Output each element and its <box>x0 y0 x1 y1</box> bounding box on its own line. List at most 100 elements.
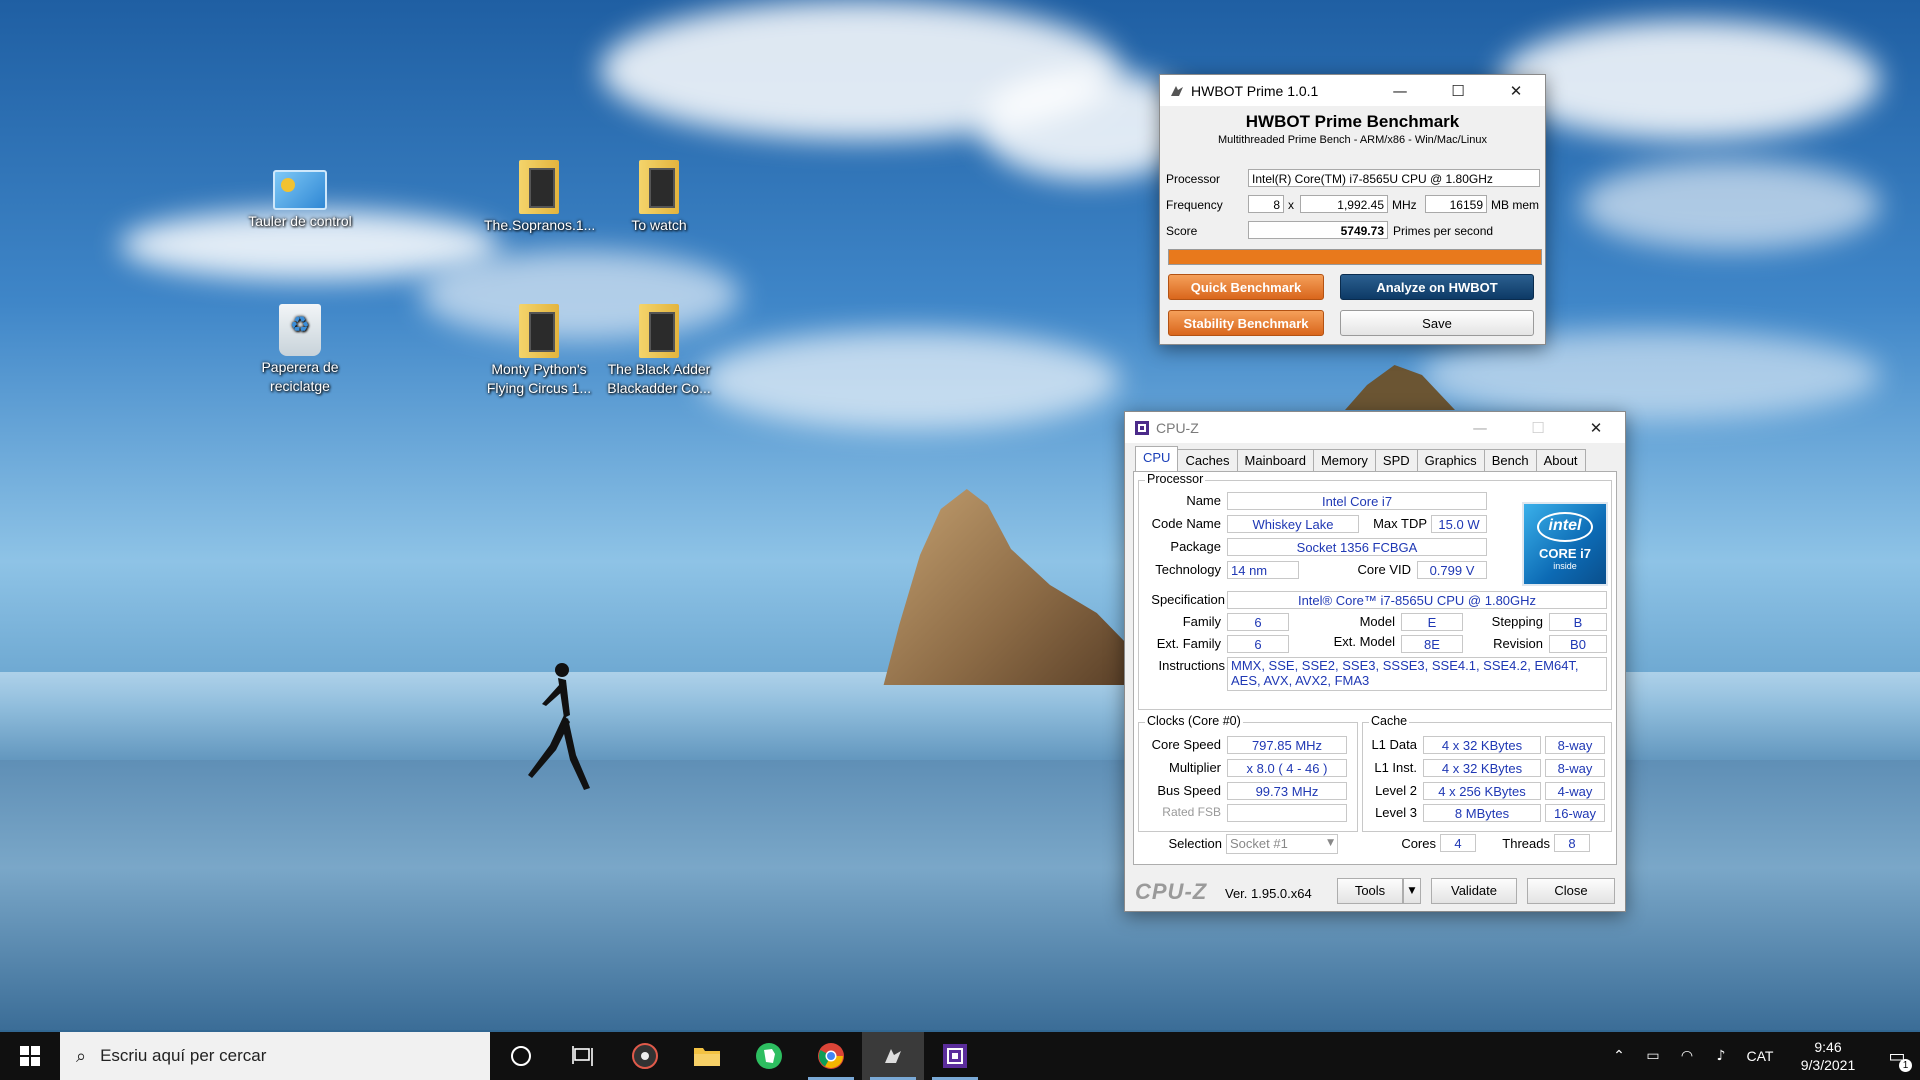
maximize-button[interactable]: ☐ <box>1429 75 1487 106</box>
memory-unit: MB mem <box>1491 198 1539 212</box>
instructions-value: MMX, SSE, SSE2, SSE3, SSSE3, SSE4.1, SSE… <box>1227 657 1607 691</box>
tab-spd[interactable]: SPD <box>1374 449 1418 472</box>
validate-button[interactable]: Validate <box>1431 878 1517 904</box>
minimize-button[interactable]: — <box>1451 412 1509 443</box>
taskbar-hwbot[interactable] <box>862 1032 924 1080</box>
start-button[interactable] <box>0 1032 60 1080</box>
taskbar: ⌕ Escriu aquí per cercar ⌃ ▭ ◠ ♪ CAT 9:4… <box>0 1032 1920 1080</box>
stability-benchmark-button[interactable]: Stability Benchmark <box>1168 310 1324 336</box>
instructions-label: Instructions <box>1158 658 1225 673</box>
frequency-field: 1,992.45 <box>1300 195 1388 213</box>
save-button[interactable]: Save <box>1340 310 1534 336</box>
level2-label: Level 2 <box>1375 783 1417 798</box>
minimize-button[interactable]: — <box>1371 75 1429 106</box>
taskbar-cpuz[interactable] <box>924 1032 986 1080</box>
tools-dropdown-button[interactable]: ▼ <box>1403 878 1421 904</box>
frequency-label: Frequency <box>1166 198 1223 212</box>
family-value: 6 <box>1227 613 1289 631</box>
cache-group: Cache L1 Data 4 x 32 KBytes 8-way L1 Ins… <box>1362 714 1612 832</box>
folder-icon <box>694 1048 720 1066</box>
battery-icon[interactable]: ▭ <box>1636 1048 1670 1064</box>
model-label: Model <box>1359 614 1395 629</box>
tools-button[interactable]: Tools <box>1337 878 1403 904</box>
close-button[interactable]: ✕ <box>1567 412 1625 443</box>
desktop-wallpaper <box>0 0 1920 1032</box>
cpuz-app-icon <box>1135 420 1149 435</box>
socket-select[interactable]: Socket #1 ▼ <box>1226 834 1338 854</box>
package-value: Socket 1356 FCBGA <box>1227 538 1487 556</box>
control-panel-icon <box>273 170 327 210</box>
desktop-icon-monty-python[interactable]: Monty Python's Flying Circus 1... <box>484 304 594 398</box>
taskbar-file-explorer[interactable] <box>676 1032 738 1080</box>
stepping-label: Stepping <box>1491 614 1543 629</box>
desktop-icon-label: Paperera de reciclatge <box>261 359 339 394</box>
score-field: 5749.73 <box>1248 221 1388 239</box>
technology-label: Technology <box>1155 562 1221 577</box>
score-label: Score <box>1166 224 1198 238</box>
multiplier-label: Multiplier <box>1168 760 1221 775</box>
cpuz-logo: CPU-Z <box>1135 879 1208 904</box>
intel-core-i7-logo: intel CORE i7 inside <box>1522 502 1608 586</box>
revision-value: B0 <box>1549 635 1607 653</box>
level3-value: 8 MBytes <box>1423 804 1541 822</box>
tab-caches[interactable]: Caches <box>1177 449 1238 472</box>
hwbot-titlebar[interactable]: HWBOT Prime 1.0.1 — ☐ ✕ <box>1160 75 1545 106</box>
taskbar-clock[interactable]: 9:46 9/3/2021 <box>1782 1038 1874 1074</box>
wifi-icon[interactable]: ◠ <box>1670 1048 1704 1064</box>
desktop-icon-recycle-bin[interactable]: Paperera de reciclatge <box>245 304 355 396</box>
task-view-button[interactable] <box>552 1032 614 1080</box>
action-center-button[interactable]: ▭ 1 <box>1874 1032 1920 1080</box>
name-label: Name <box>1186 493 1221 508</box>
desktop-icon-label: To watch <box>631 217 687 233</box>
level3-assoc: 16-way <box>1545 804 1605 822</box>
window-title: HWBOT Prime 1.0.1 <box>1191 82 1319 99</box>
desktop-icon-sopranos[interactable]: The.Sopranos.1... <box>484 160 595 235</box>
desktop-icon-black-adder[interactable]: The Black Adder Blackadder Co... <box>604 304 714 398</box>
threads-field: 8 <box>1248 195 1284 213</box>
taskbar-media-app[interactable] <box>614 1032 676 1080</box>
taskbar-chrome[interactable] <box>800 1032 862 1080</box>
tab-mainboard[interactable]: Mainboard <box>1236 449 1314 472</box>
volume-icon[interactable]: ♪ <box>1704 1048 1738 1064</box>
intel-logo-brand: intel <box>1537 512 1593 542</box>
desktop-icon-to-watch[interactable]: To watch <box>604 160 714 235</box>
l1-data-label: L1 Data <box>1371 737 1417 752</box>
tab-memory[interactable]: Memory <box>1312 449 1376 472</box>
socket-select-value: Socket #1 <box>1230 836 1288 851</box>
ext-model-value: 8E <box>1401 635 1463 653</box>
show-hidden-icons-chevron-icon[interactable]: ⌃ <box>1602 1048 1636 1064</box>
model-value: E <box>1401 613 1463 631</box>
score-row: Score 5749.73 Primes per second <box>1160 220 1545 242</box>
close-dialog-button[interactable]: Close <box>1527 878 1615 904</box>
level3-label: Level 3 <box>1375 805 1417 820</box>
taskbar-search-box[interactable]: ⌕ Escriu aquí per cercar <box>60 1032 490 1080</box>
l1-data-value: 4 x 32 KBytes <box>1423 736 1541 754</box>
hwbot-app-icon <box>1171 85 1183 96</box>
taskbar-evernote[interactable] <box>738 1032 800 1080</box>
tab-about[interactable]: About <box>1535 449 1586 472</box>
cpuz-titlebar[interactable]: CPU-Z — ☐ ✕ <box>1125 412 1625 443</box>
threads-value: 8 <box>1554 834 1590 852</box>
quick-benchmark-button[interactable]: Quick Benchmark <box>1168 274 1324 300</box>
rated-fsb-value <box>1227 804 1347 822</box>
analyze-on-hwbot-button[interactable]: Analyze on HWBOT <box>1340 274 1534 300</box>
processor-label: Processor <box>1166 172 1221 186</box>
chrome-icon <box>818 1043 844 1069</box>
frequency-row: Frequency 8 x 1,992.45 MHz 16159 MB mem <box>1160 194 1545 216</box>
tab-bench[interactable]: Bench <box>1483 449 1537 472</box>
cpuz-tabs: CPU Caches Mainboard Memory SPD Graphics… <box>1135 446 1586 472</box>
hwbot-subheading: Multithreaded Prime Bench - ARM/x86 - Wi… <box>1218 134 1487 146</box>
tab-cpu[interactable]: CPU <box>1135 446 1179 472</box>
close-button[interactable]: ✕ <box>1487 75 1545 106</box>
cortana-button[interactable] <box>490 1032 552 1080</box>
search-icon: ⌕ <box>76 1045 87 1067</box>
mhz-label: MHz <box>1392 198 1417 212</box>
desktop-icon-control-panel[interactable]: Tauler de control <box>245 160 355 231</box>
threads-label: Threads <box>1502 836 1550 851</box>
search-placeholder: Escriu aquí per cercar <box>100 1046 267 1065</box>
task-view-icon <box>572 1046 593 1066</box>
desktop-icon-label: Monty Python's Flying Circus 1... <box>486 361 592 396</box>
cores-value: 4 <box>1440 834 1476 852</box>
input-language[interactable]: CAT <box>1738 1048 1782 1064</box>
tab-graphics[interactable]: Graphics <box>1416 449 1485 472</box>
